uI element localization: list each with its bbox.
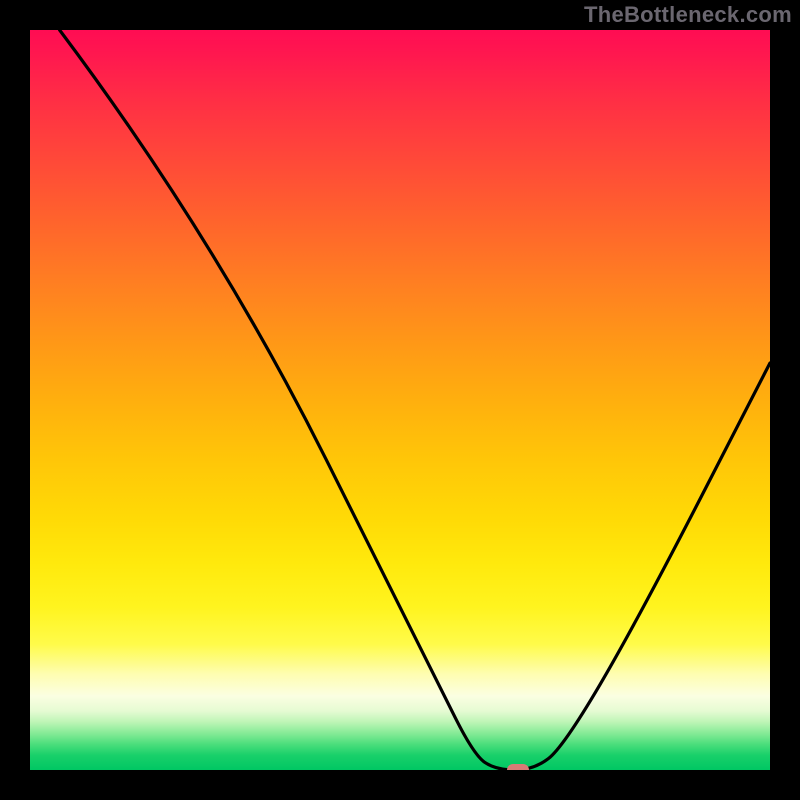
optimal-point-marker (507, 764, 529, 770)
plot-area (30, 30, 770, 770)
chart-frame: TheBottleneck.com (0, 0, 800, 800)
bottleneck-curve (30, 30, 770, 770)
watermark-text: TheBottleneck.com (584, 2, 792, 28)
